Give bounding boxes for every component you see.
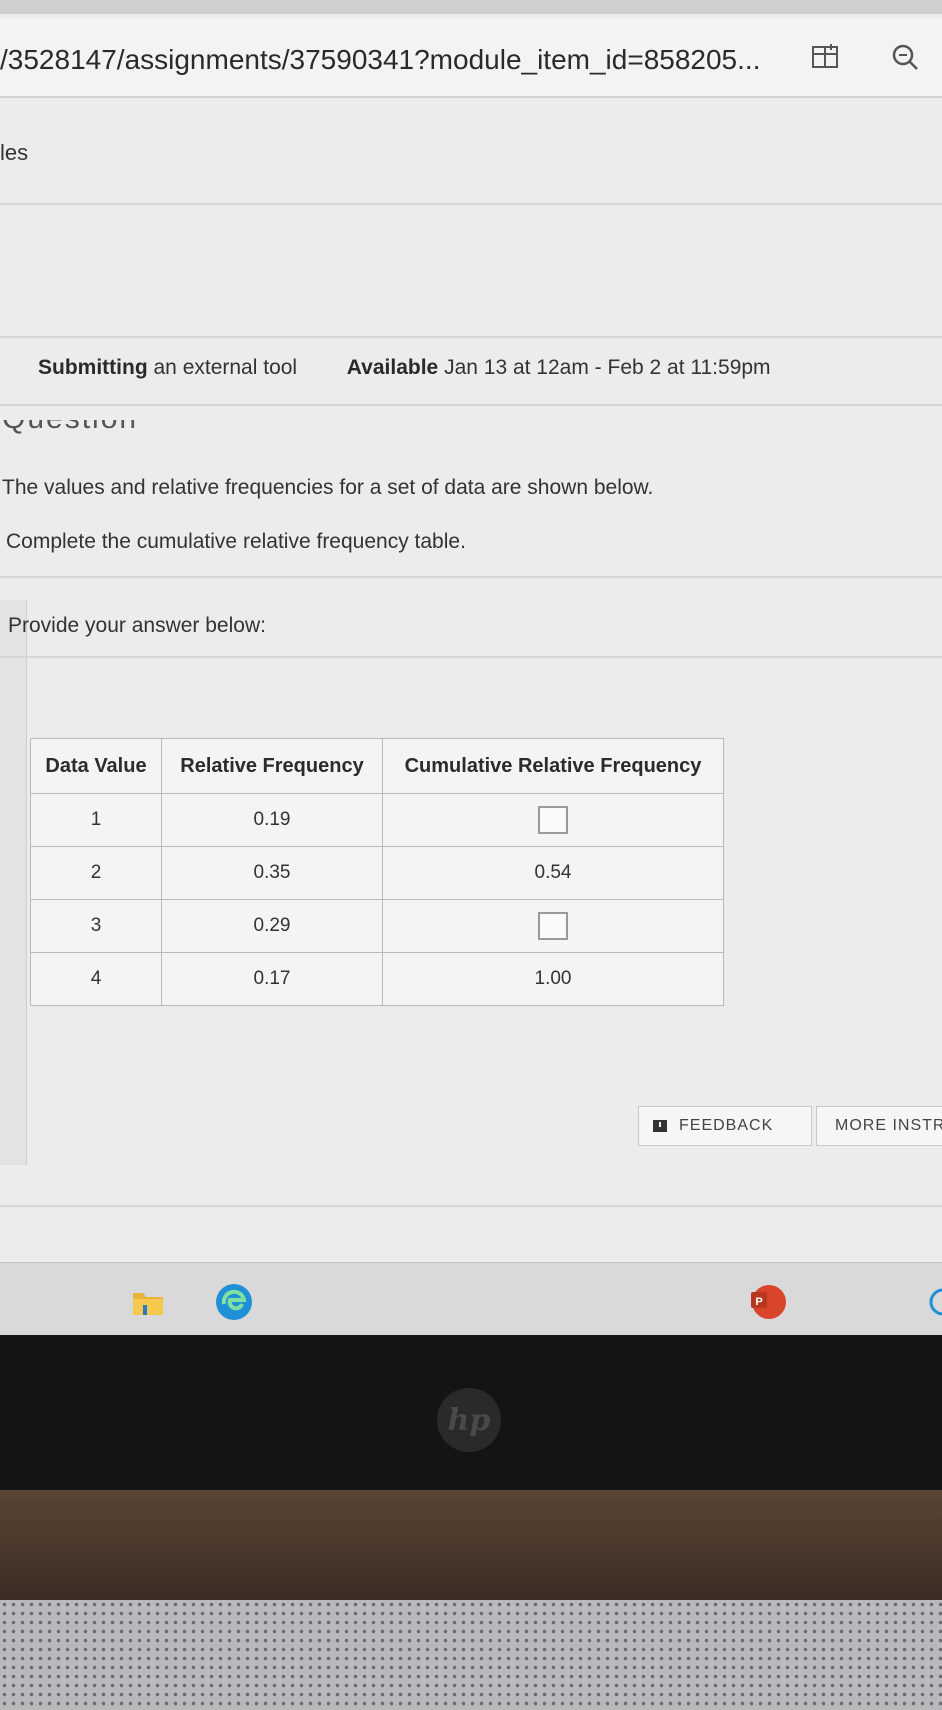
cumulative-cell: 1.00 — [382, 952, 724, 1006]
zoom-icon[interactable] — [888, 40, 922, 74]
assignment-meta: Submitting an external tool Available Ja… — [38, 356, 771, 380]
question-heading: Question — [0, 420, 160, 448]
divider — [0, 203, 942, 205]
breadcrumb[interactable]: les — [0, 140, 28, 166]
taskbar-overflow-icon[interactable] — [925, 1282, 942, 1322]
feedback-icon — [653, 1120, 667, 1132]
powerpoint-icon[interactable]: P — [748, 1282, 788, 1322]
available-value: Jan 13 at 12am - Feb 2 at 11:59pm — [444, 356, 771, 379]
divider — [0, 576, 942, 578]
laptop-hinge — [0, 1490, 942, 1600]
hp-logo: hp — [437, 1388, 501, 1452]
relative-frequency-cell: 0.19 — [161, 793, 383, 847]
cumulative-cell — [382, 793, 724, 847]
more-instructions-button[interactable]: MORE INSTR — [816, 1106, 942, 1146]
browser-top-strip — [0, 0, 942, 14]
divider — [0, 656, 942, 658]
answer-prompt: Provide your answer below: — [8, 614, 266, 637]
feedback-label: FEEDBACK — [679, 1117, 774, 1134]
divider — [0, 1205, 942, 1207]
table-row: 2 0.35 0.54 — [30, 846, 724, 900]
table-header-row: Data Value Relative Frequency Cumulative… — [30, 738, 724, 794]
submitting-label: Submitting — [38, 356, 148, 379]
speaker-grille — [0, 1600, 942, 1710]
question-text-2: Complete the cumulative relative frequen… — [6, 530, 466, 553]
data-value-cell: 2 — [30, 846, 162, 900]
table-row: 4 0.17 1.00 — [30, 952, 724, 1006]
more-instructions-label: MORE INSTR — [835, 1117, 942, 1134]
header-relative-frequency: Relative Frequency — [161, 738, 383, 794]
relative-frequency-cell: 0.17 — [161, 952, 383, 1006]
screen: /3528147/assignments/37590341?module_ite… — [0, 0, 942, 1335]
url-text[interactable]: /3528147/assignments/37590341?module_ite… — [0, 44, 760, 76]
divider — [0, 336, 942, 338]
cumulative-frequency-table: Data Value Relative Frequency Cumulative… — [30, 738, 724, 1006]
relative-frequency-cell: 0.29 — [161, 899, 383, 953]
feedback-button[interactable]: FEEDBACK — [638, 1106, 812, 1146]
divider — [0, 404, 942, 406]
data-value-cell: 1 — [30, 793, 162, 847]
answer-panel-edge — [0, 600, 27, 1165]
data-value-cell: 3 — [30, 899, 162, 953]
table-row: 3 0.29 — [30, 899, 724, 953]
edge-browser-icon[interactable] — [214, 1282, 254, 1322]
available-label: Available — [346, 356, 439, 379]
powerpoint-letter: P — [755, 1296, 762, 1308]
cumulative-input-row-3[interactable] — [538, 912, 568, 940]
relative-frequency-cell: 0.35 — [161, 846, 383, 900]
file-explorer-icon[interactable] — [128, 1282, 168, 1322]
header-data-value: Data Value — [30, 738, 162, 794]
data-value-cell: 4 — [30, 952, 162, 1006]
cumulative-cell — [382, 899, 724, 953]
cumulative-input-row-1[interactable] — [538, 806, 568, 834]
question-text-1: The values and relative frequencies for … — [2, 476, 654, 499]
submitting-value: an external tool — [153, 356, 298, 379]
split-screen-icon[interactable] — [808, 40, 842, 74]
address-bar[interactable]: /3528147/assignments/37590341?module_ite… — [0, 18, 942, 98]
header-cumulative-relative-frequency: Cumulative Relative Frequency — [382, 738, 724, 794]
cumulative-cell: 0.54 — [382, 846, 724, 900]
table-row: 1 0.19 — [30, 793, 724, 847]
